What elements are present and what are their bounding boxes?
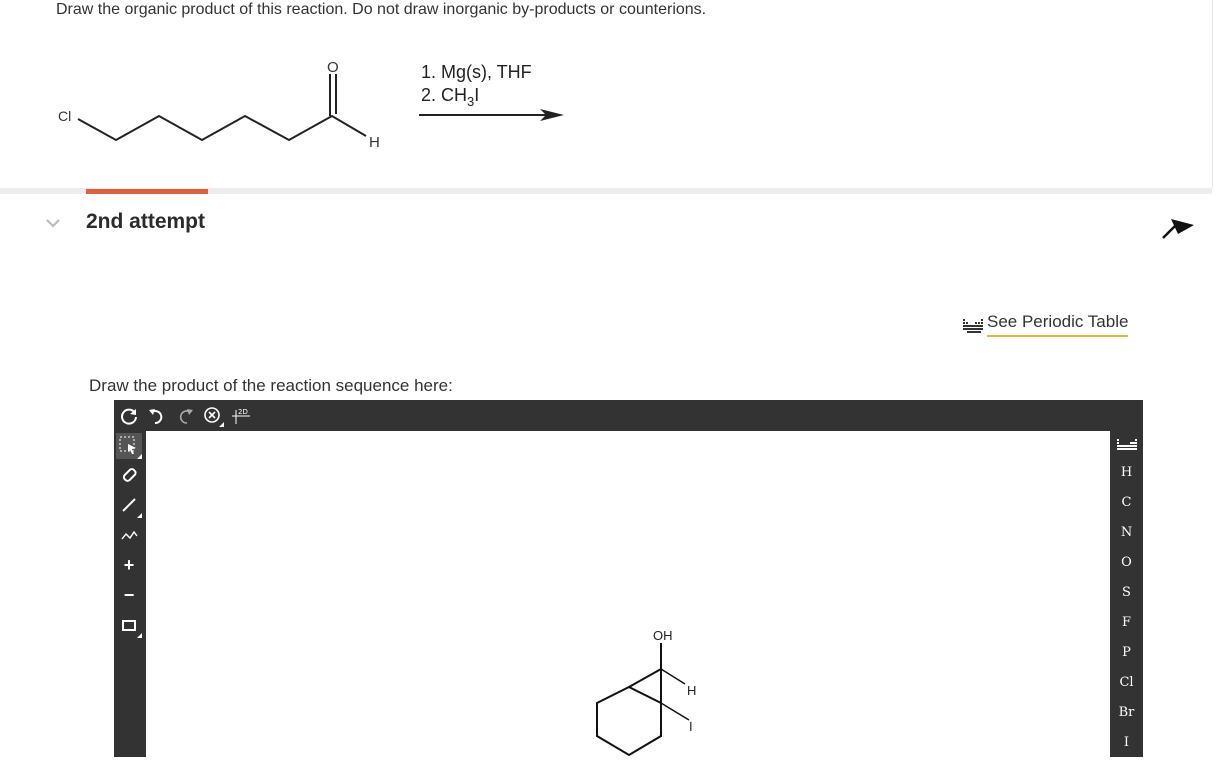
zoom-reset-icon[interactable] xyxy=(202,405,224,427)
reaction-scheme: Cl O H 1. Mg(s), THF 2. CH3I xyxy=(58,59,564,151)
question-text: Draw the organic product of this reactio… xyxy=(56,1,707,18)
undo-icon[interactable] xyxy=(146,405,168,427)
condition-step2: 2. CH3I xyxy=(421,85,479,109)
bond-icon[interactable] xyxy=(116,492,142,518)
editor-atom-toolbar: H C N O S F P Cl Br I xyxy=(1110,431,1143,757)
product-oh-label: OH xyxy=(653,628,673,643)
question-card: Draw the organic product of this reactio… xyxy=(0,0,1213,188)
template-icon[interactable] xyxy=(116,612,142,638)
reactant-chain xyxy=(77,114,367,142)
2d-clean-icon[interactable]: 2D xyxy=(230,405,252,427)
see-periodic-table-label: See Periodic Table xyxy=(987,312,1129,337)
product-h-label: H xyxy=(687,683,696,698)
periodic-table-small-icon[interactable] xyxy=(1117,438,1137,452)
flag-icon[interactable] xyxy=(1160,212,1196,242)
redo-icon[interactable] xyxy=(174,405,196,427)
atom-i-button[interactable]: I xyxy=(1110,730,1143,756)
chevron-down-icon[interactable] xyxy=(44,216,62,230)
product-i-label: I xyxy=(689,719,693,734)
structure-editor: 2D + − OH H I H C N O S F P Cl Br I xyxy=(114,400,1143,757)
atom-n-button[interactable]: N xyxy=(1110,520,1143,546)
attempt-title: 2nd attempt xyxy=(86,210,206,233)
atom-h-button[interactable]: H xyxy=(1110,460,1143,486)
reactant-o-label: O xyxy=(327,59,339,76)
atom-o-button[interactable]: O xyxy=(1110,550,1143,576)
ring-to-carbon-bond xyxy=(628,668,662,688)
editor-left-toolbar: + − xyxy=(114,431,146,757)
condition-step1: 1. Mg(s), THF xyxy=(421,62,532,82)
atom-c-button[interactable]: C xyxy=(1110,490,1143,516)
refresh-icon[interactable] xyxy=(118,405,140,427)
drawing-canvas[interactable]: OH H I xyxy=(146,431,1110,757)
carbon-to-h-bond xyxy=(660,668,686,685)
attempt-accent-bar xyxy=(86,189,208,194)
minus-charge-icon[interactable]: − xyxy=(116,582,142,608)
editor-top-toolbar: 2D xyxy=(114,400,1147,431)
drawn-product-molecule: OH H I xyxy=(596,628,696,757)
eraser-icon[interactable] xyxy=(116,462,142,488)
reactant-h-label: H xyxy=(369,134,380,151)
atom-f-button[interactable]: F xyxy=(1110,610,1143,636)
periodic-table-icon xyxy=(963,318,983,333)
atom-cl-button[interactable]: Cl xyxy=(1110,670,1143,696)
plus-charge-icon[interactable]: + xyxy=(116,552,142,578)
atom-br-button[interactable]: Br xyxy=(1110,700,1143,726)
atom-p-button[interactable]: P xyxy=(1110,640,1143,666)
reactant-cl-label: Cl xyxy=(58,108,71,124)
select-icon[interactable] xyxy=(116,433,142,459)
see-periodic-table-link[interactable]: See Periodic Table xyxy=(963,312,1129,337)
chain-icon[interactable] xyxy=(116,522,142,548)
draw-prompt: Draw the product of the reaction sequenc… xyxy=(89,376,453,395)
2d-clean-label: 2D xyxy=(238,408,248,416)
cyclohexane-ring xyxy=(596,685,662,757)
atom-s-button[interactable]: S xyxy=(1110,580,1143,606)
ch2-to-i-bond xyxy=(660,702,690,721)
